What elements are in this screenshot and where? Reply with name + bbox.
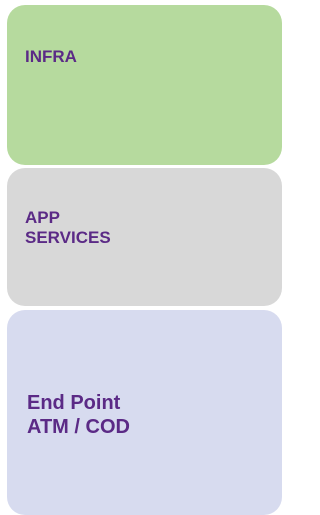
end-point-layer: End Point ATM / COD <box>7 310 282 515</box>
app-services-label-line-2: SERVICES <box>25 228 111 248</box>
end-point-label-line-2: ATM / COD <box>27 415 130 438</box>
infra-label: INFRA <box>25 47 77 66</box>
app-services-layer: APP SERVICES <box>7 168 282 306</box>
app-services-label-line-1: APP <box>25 208 60 227</box>
end-point-label-line-1: End Point <box>27 392 121 414</box>
infra-layer: INFRA <box>7 5 282 165</box>
